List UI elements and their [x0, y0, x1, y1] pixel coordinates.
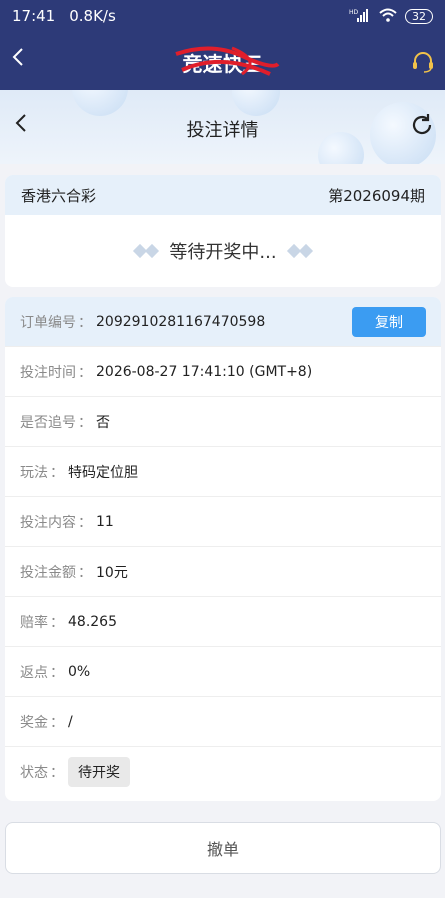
diamond-icon: [133, 243, 160, 259]
row-colon: ：: [50, 664, 64, 681]
play-type: 特码定位胆: [68, 464, 138, 481]
row-colon: ：: [50, 464, 64, 481]
detail-header: 投注详情: [0, 90, 445, 164]
svg-text:HD: HD: [349, 9, 359, 16]
battery-indicator: 32: [405, 8, 433, 24]
row-colon: ：: [78, 364, 92, 381]
headset-icon[interactable]: [411, 50, 435, 78]
order-row-amount: 投注金额： 10元: [5, 547, 441, 597]
status-icons: HD 32: [349, 8, 433, 25]
status-bar: 17:41 0.8K/s HD 32: [0, 0, 445, 32]
draw-status-text: 等待开奖中...: [169, 242, 277, 263]
row-label: 是否追号: [20, 414, 76, 431]
row-colon: ：: [50, 714, 64, 731]
row-colon: ：: [78, 414, 92, 431]
wifi-icon: [379, 8, 397, 25]
page-title: 投注详情: [186, 120, 259, 141]
order-row-prize: 奖金： /: [5, 697, 441, 747]
order-number: 2092910281167470598: [96, 313, 266, 330]
chase-value: 否: [96, 414, 110, 431]
row-label: 状态: [20, 765, 48, 781]
decor-ball: [72, 90, 128, 116]
row-colon: ：: [78, 564, 92, 581]
lottery-card-header: 香港六合彩 第2026094期: [5, 175, 441, 215]
row-label: 玩法: [20, 464, 48, 481]
row-colon: ：: [78, 314, 92, 331]
copy-button[interactable]: 复制: [352, 306, 426, 337]
status-badge: 待开奖: [68, 757, 130, 787]
row-label: 投注时间: [20, 364, 76, 381]
signal-icon: HD: [349, 8, 371, 25]
order-row-status: 状态： 待开奖: [5, 747, 441, 797]
status-time: 17:41: [12, 7, 56, 25]
odds-value: 48.265: [68, 613, 117, 630]
redaction-scribble: [175, 46, 280, 76]
decor-ball: [232, 90, 280, 116]
row-label: 投注内容: [20, 514, 76, 531]
lottery-card: 香港六合彩 第2026094期 等待开奖中...: [5, 175, 441, 287]
bet-content: 11: [96, 513, 114, 530]
row-label: 奖金: [20, 714, 48, 731]
row-label: 赔率: [20, 614, 48, 631]
row-colon: ：: [50, 765, 64, 781]
rebate-value: 0%: [68, 663, 91, 680]
row-colon: ：: [50, 614, 64, 631]
row-label: 投注金额: [20, 564, 76, 581]
lottery-name: 香港六合彩: [21, 186, 97, 205]
app-bar: 竞速快三: [0, 32, 445, 90]
status-net-speed: 0.8K/s: [69, 7, 116, 25]
order-row-play: 玩法： 特码定位胆: [5, 447, 441, 497]
diamond-icon: [286, 243, 313, 259]
prize-value: /: [68, 713, 73, 730]
row-label: 订单编号: [20, 314, 76, 331]
cancel-order-button[interactable]: 撤单: [5, 822, 441, 874]
order-row-chase: 是否追号： 否: [5, 397, 441, 447]
draw-status: 等待开奖中...: [5, 215, 441, 287]
order-detail-card: 订单编号： 2092910281167470598 复制 投注时间： 2026-…: [5, 297, 441, 801]
lottery-issue: 第2026094期: [328, 186, 425, 205]
order-row-rebate: 返点： 0%: [5, 647, 441, 697]
bet-amount: 10元: [96, 564, 128, 581]
refresh-icon[interactable]: [409, 112, 435, 142]
order-row-time: 投注时间： 2026-08-27 17:41:10 (GMT+8): [5, 347, 441, 397]
order-row-odds: 赔率： 48.265: [5, 597, 441, 647]
order-row-number: 订单编号： 2092910281167470598 复制: [5, 297, 441, 347]
row-label: 返点: [20, 664, 48, 681]
order-row-content: 投注内容： 11: [5, 497, 441, 547]
bet-time: 2026-08-27 17:41:10 (GMT+8): [96, 363, 313, 380]
row-colon: ：: [78, 514, 92, 531]
